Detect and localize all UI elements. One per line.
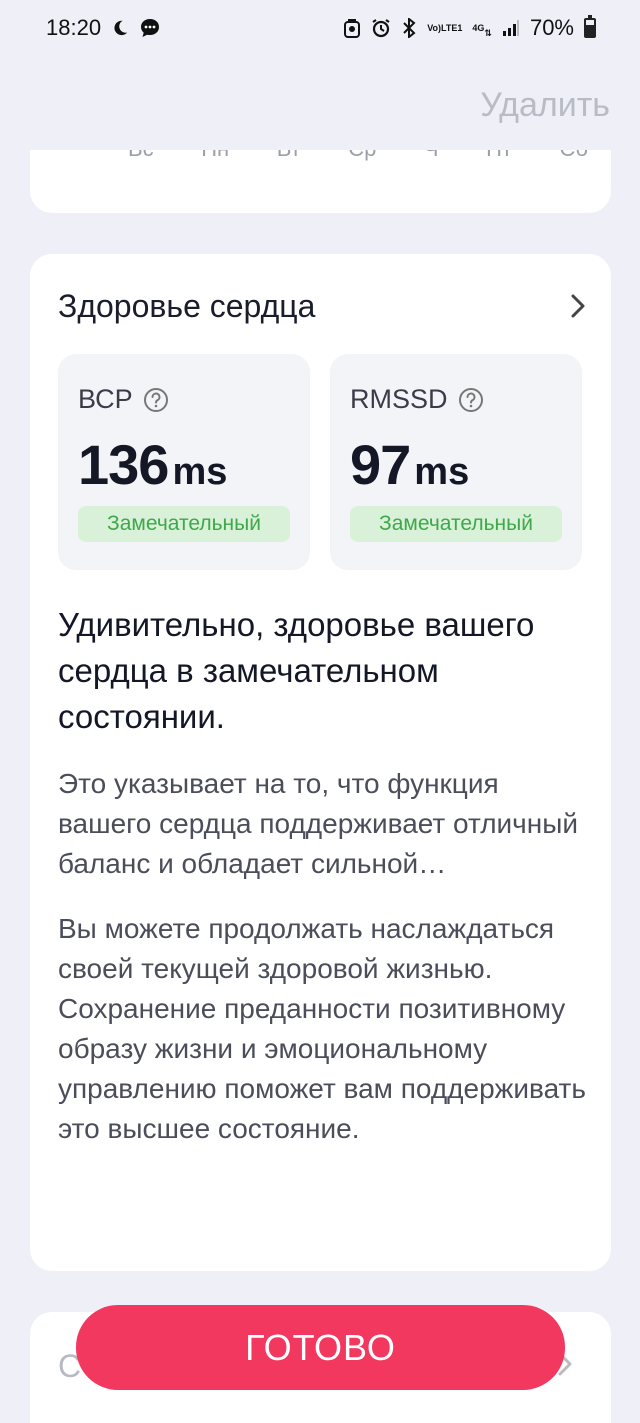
metric-label-row: RMSSD [350,384,484,415]
day-label: Вс [128,150,154,162]
metric-label: ВСР [78,384,133,414]
metric-label: RMSSD [350,384,448,414]
chevron-right-icon[interactable] [568,292,588,320]
status-left: 18:20 [46,15,161,41]
metric-unit: ms [172,451,228,493]
heart-health-title: Здоровье сердца [58,287,316,324]
metric-value-row: 136 ms [78,432,227,497]
metric-value-row: 97 ms [350,432,469,497]
status-badge: Замечательный [350,506,562,542]
hrv-metric-tile: ВСР 136 ms Замечательный [58,354,310,570]
network-type-label: 4G [472,23,485,33]
screen: 18:20 Vo) LTE1 4G ⇅ 70% Удалить Здоровье… [0,0,640,1423]
day-label: Пн [201,150,229,162]
week-day-labels: Вс Пн Вт Ср Ч Пт Сб [128,150,588,162]
day-label: Пт [486,150,512,162]
day-label: Вт [277,150,301,162]
network-type: 4G ⇅ [472,23,492,38]
advice-paragraph: Вы можете продолжать наслаждаться своей … [58,913,586,1144]
status-bar: 18:20 Vo) LTE1 4G ⇅ 70% [0,0,640,56]
done-button[interactable]: ГОТОВО [76,1305,565,1390]
volte-indicator: Vo) LTE1 [427,23,462,33]
heart-health-header[interactable]: Здоровье сердца [58,284,588,328]
help-icon[interactable] [143,387,169,413]
volte-top: Vo) [427,23,442,33]
weekly-chart-card: Вс Пн Вт Ср Ч Пт Сб [30,150,611,213]
status-badge: Замечательный [78,506,290,542]
volte-bottom: LTE1 [441,23,463,33]
status-right: Vo) LTE1 4G ⇅ 70% [343,15,596,41]
delete-button[interactable]: Удалить [480,86,610,125]
status-time: 18:20 [46,15,102,40]
metric-value: 97 [350,433,411,496]
summary-paragraph: Это указывает на то, что функция вашего … [58,768,578,879]
bluetooth-icon [401,18,417,38]
summary-headline: Удивительно, здоровье вашего сердца в за… [58,606,535,735]
alarm-icon [371,18,391,38]
battery-percent: 70% [529,15,574,40]
rmssd-metric-tile: RMSSD 97 ms Замечательный [330,354,582,570]
day-label: Ср [348,150,376,162]
day-label: Сб [559,150,588,162]
metric-value: 136 [78,433,169,496]
heart-health-card: Здоровье сердца ВСР 136 ms Замечательный… [30,254,611,1271]
moon-icon [111,19,129,37]
metric-label-row: ВСР [78,384,169,415]
app-icon [343,18,361,38]
help-icon[interactable] [458,387,484,413]
metric-unit: ms [414,451,470,493]
day-label: Ч [424,150,439,162]
signal-icon [502,19,520,37]
battery-icon [584,15,596,38]
chat-icon [139,17,161,39]
